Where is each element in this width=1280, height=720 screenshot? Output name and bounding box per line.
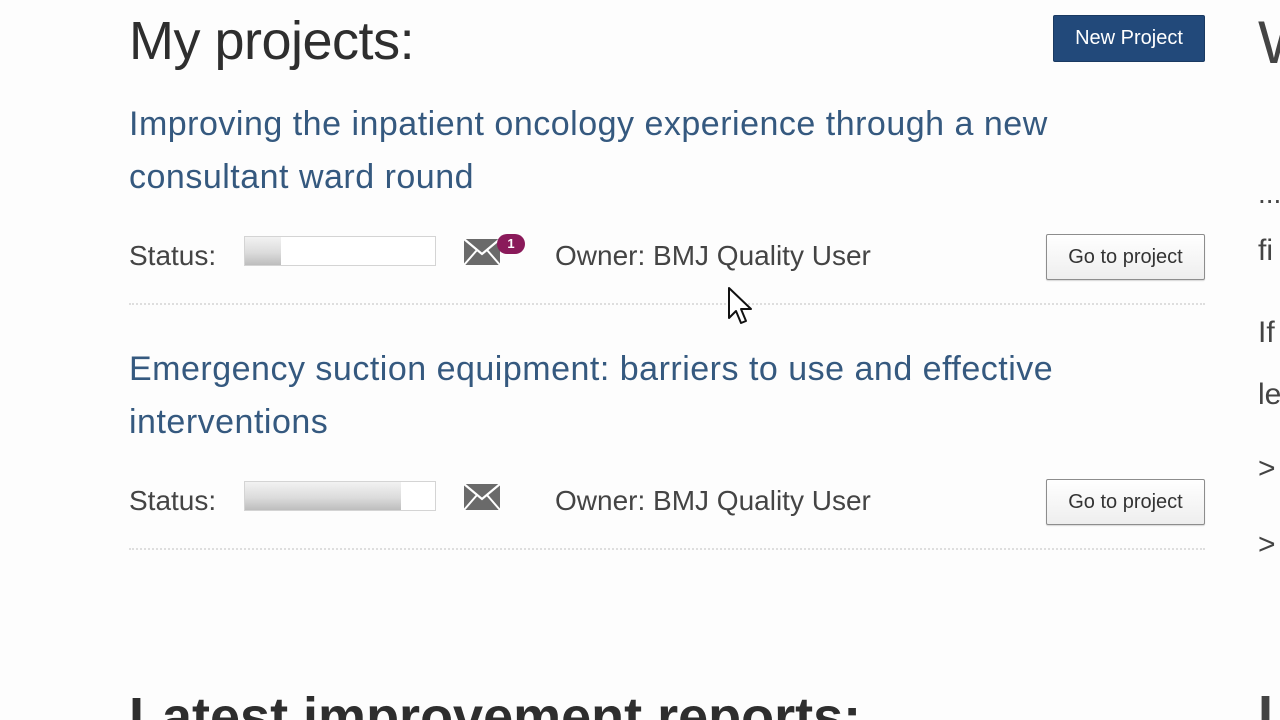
page: My projects: New Project Improving the i… [0,0,1280,720]
status-label: Status: [129,240,217,271]
sidebar-text: fi [1258,234,1273,267]
status-progress-bar [244,481,436,511]
sidebar-text: ... [1258,178,1280,209]
latest-reports-title: Latest improvement reports: [129,687,862,720]
envelope-icon [463,238,501,266]
sidebar-link[interactable]: > [1258,452,1276,486]
sidebar-text: le [1258,378,1280,411]
page-title: My projects: [129,11,415,71]
project-title-link[interactable]: Emergency suction equipment: barriers to… [129,343,1205,449]
project-status-row: Status: Owner: BMJ Quality User Go to pr… [129,477,1205,525]
project-title-link[interactable]: Improving the inpatient oncology experie… [129,98,1205,204]
envelope-icon [463,483,501,511]
project-status-row: Status: 1 Owner: BMJ Quality User Go to … [129,232,1205,280]
owner-text: Owner: BMJ Quality User [555,485,871,516]
sidebar-text: If [1258,316,1275,349]
new-project-button[interactable]: New Project [1053,15,1205,62]
mouse-pointer-icon [728,287,752,324]
project-item: Improving the inpatient oncology experie… [129,98,1205,305]
owner-text: Owner: BMJ Quality User [555,240,871,271]
messages-button[interactable] [463,483,501,511]
status-progress-bar [244,236,436,266]
progress-fill [245,482,401,510]
progress-fill [245,237,282,265]
project-item: Emergency suction equipment: barriers to… [129,343,1205,550]
go-to-project-button[interactable]: Go to project [1046,234,1205,280]
divider [129,303,1205,305]
unread-count-badge: 1 [497,234,525,254]
messages-button[interactable]: 1 [463,234,525,266]
sidebar-link[interactable]: > [1258,528,1276,562]
divider [129,548,1205,550]
go-to-project-button[interactable]: Go to project [1046,479,1205,525]
right-sidebar: W ... fi If le > > L [1258,0,1280,720]
sidebar-heading: L [1258,685,1280,720]
status-label: Status: [129,485,217,516]
sidebar-heading: W [1258,8,1280,77]
